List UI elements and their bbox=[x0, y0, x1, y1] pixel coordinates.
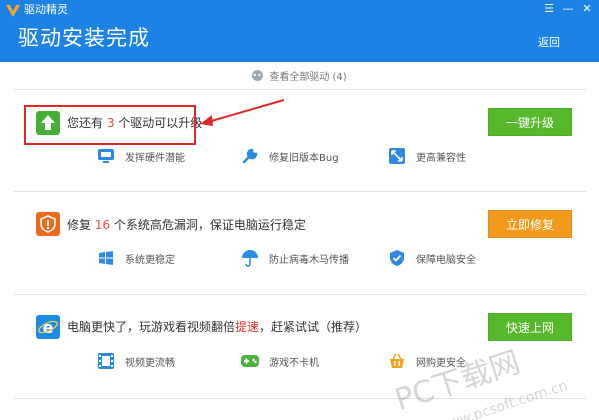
repair-title: 修复 16 个系统高危漏洞，保证电脑运行稳定 bbox=[67, 218, 306, 232]
view-all-label: 查看全部驱动 (4) bbox=[269, 72, 347, 83]
divider bbox=[14, 294, 586, 295]
highlight-box bbox=[24, 105, 196, 145]
check-shield-icon bbox=[390, 250, 404, 266]
divider bbox=[14, 191, 586, 192]
back-link[interactable]: 返回 bbox=[538, 34, 560, 50]
menu-icon[interactable]: ☰ bbox=[542, 2, 556, 16]
feature-video: 视频更流畅 bbox=[97, 351, 175, 371]
shopping-basket-icon bbox=[390, 353, 404, 368]
app-logo-icon bbox=[6, 5, 20, 17]
divider bbox=[14, 89, 586, 90]
fast-internet-button[interactable]: 快速上网 bbox=[488, 313, 572, 341]
windows-icon bbox=[99, 251, 113, 265]
feature-security: 保障电脑安全 bbox=[388, 248, 476, 268]
title-bar: 驱动精灵 驱动安装完成 ☰ — ✕ 返回 bbox=[0, 0, 599, 62]
close-icon[interactable]: ✕ bbox=[580, 2, 594, 16]
feature-hardware: 发挥硬件潜能 bbox=[97, 146, 185, 166]
repair-count: 16 bbox=[94, 218, 111, 232]
svg-text:e: e bbox=[43, 318, 54, 337]
feature-game: 游戏不卡机 bbox=[241, 351, 319, 371]
divider bbox=[14, 398, 586, 399]
app-name: 驱动精灵 bbox=[24, 3, 68, 16]
annotation-arrow-icon bbox=[200, 99, 285, 126]
minimize-icon[interactable]: — bbox=[561, 2, 575, 16]
repair-now-button[interactable]: 立即修复 bbox=[488, 210, 572, 238]
monitor-icon bbox=[98, 149, 114, 163]
wrench-icon bbox=[242, 148, 258, 164]
more-icon: ••• bbox=[252, 70, 267, 81]
expand-icon bbox=[389, 148, 405, 164]
feature-stable: 系统更稳定 bbox=[97, 248, 175, 268]
umbrella-icon bbox=[242, 250, 258, 267]
page-title: 驱动安装完成 bbox=[18, 26, 150, 50]
one-click-upgrade-button[interactable]: 一键升级 bbox=[488, 108, 572, 136]
ie-browser-icon: e bbox=[36, 315, 60, 339]
feature-antivirus: 防止病毒木马传播 bbox=[241, 248, 349, 268]
speed-title: 电脑更快了，玩游戏看视频翻倍提速，赶紧试试（推荐） bbox=[67, 320, 368, 334]
feature-compat: 更高兼容性 bbox=[388, 146, 466, 166]
speed-highlight: 提速 bbox=[235, 320, 260, 334]
film-icon bbox=[98, 353, 114, 369]
shield-icon bbox=[36, 212, 60, 236]
view-all-drivers-link[interactable]: ••• 查看全部驱动 (4) bbox=[0, 68, 599, 86]
feature-bugfix: 修复旧版本Bug bbox=[241, 146, 339, 166]
feature-shopping: 网购更安全 bbox=[388, 351, 466, 371]
gamepad-icon bbox=[241, 355, 259, 367]
